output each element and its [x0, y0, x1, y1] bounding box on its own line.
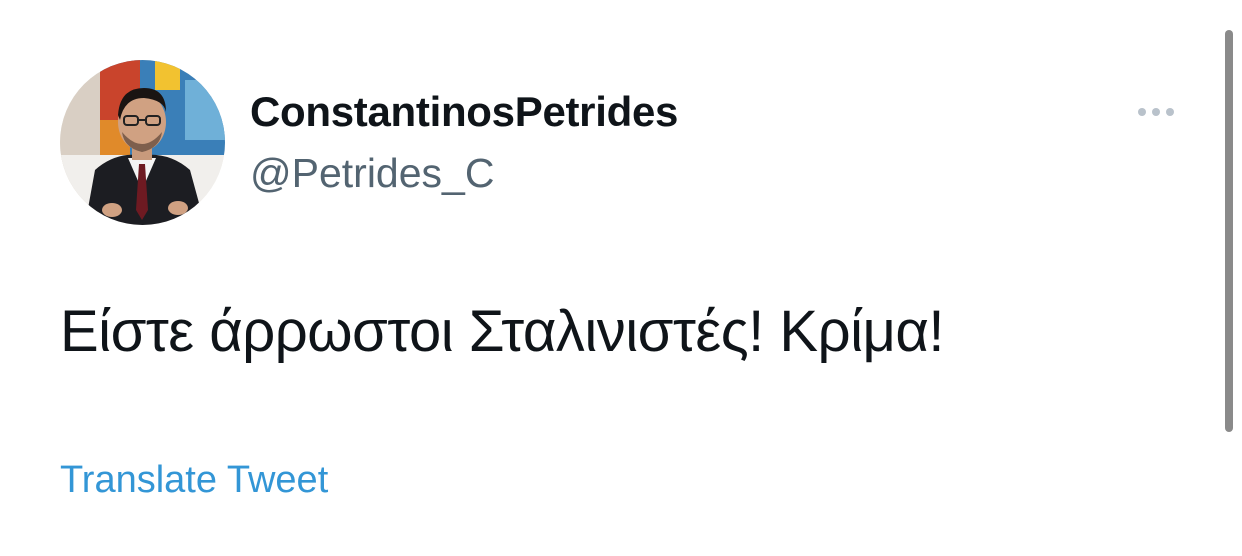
user-handle[interactable]: @Petrides_C — [250, 150, 494, 197]
more-horizontal-icon — [1152, 108, 1160, 116]
more-options-button[interactable] — [1128, 98, 1184, 126]
more-horizontal-icon — [1166, 108, 1174, 116]
tweet-card: ConstantinosPetrides @Petrides_C Είστε ά… — [0, 0, 1242, 556]
avatar-photo — [60, 60, 225, 225]
scrollbar[interactable] — [1225, 30, 1233, 432]
display-name[interactable]: ConstantinosPetrides — [250, 88, 678, 136]
tweet-text: Είστε άρρωστοι Σταλινιστές! Κρίμα! — [60, 299, 945, 364]
translate-tweet-link[interactable]: Translate Tweet — [60, 459, 328, 502]
more-horizontal-icon — [1138, 108, 1146, 116]
avatar[interactable] — [60, 60, 225, 225]
